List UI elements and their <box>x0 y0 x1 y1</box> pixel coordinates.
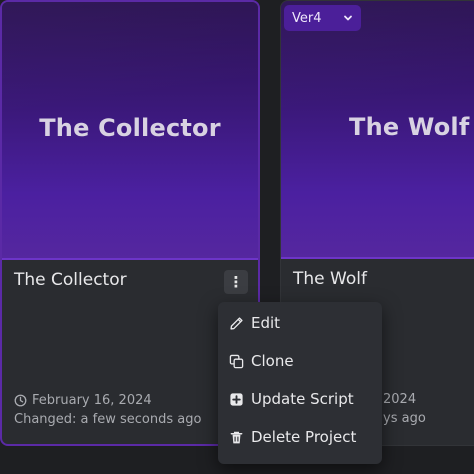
menu-item-delete-project[interactable]: Delete Project <box>218 418 382 456</box>
version-select-value: Ver4 <box>292 10 322 26</box>
menu-item-label: Update Script <box>251 390 354 408</box>
menu-item-label: Clone <box>251 352 294 370</box>
project-thumbnail[interactable]: The Collector <box>2 2 258 260</box>
more-options-button[interactable]: ⋮ <box>224 270 248 294</box>
chevron-down-icon <box>344 15 352 21</box>
project-grid: The Collector The Collector ⋮ February 1… <box>0 0 474 474</box>
thumbnail-title: The Wolf <box>349 113 470 141</box>
menu-item-label: Delete Project <box>251 428 357 446</box>
kebab-menu-icon: ⋮ <box>228 273 244 291</box>
menu-item-label: Edit <box>251 314 281 332</box>
project-name: The Wolf <box>293 269 367 289</box>
plus-square-icon <box>230 392 243 406</box>
trash-icon <box>230 431 243 443</box>
copy-icon <box>229 354 244 368</box>
changed-text: Changed: a few seconds ago <box>14 412 202 427</box>
created-date: February 16, 2024 <box>14 393 152 408</box>
menu-item-update-script[interactable]: Update Script <box>218 380 382 418</box>
thumbnail-title: The Collector <box>39 114 221 142</box>
project-context-menu: Edit Clone Update Script Delete Project <box>218 302 382 464</box>
menu-item-edit[interactable]: Edit <box>218 304 382 342</box>
project-thumbnail[interactable]: The Wolf <box>281 1 474 259</box>
changed-text: ys ago <box>383 411 426 426</box>
clock-icon <box>14 394 27 407</box>
created-date-text: February 16, 2024 <box>32 393 152 408</box>
pencil-icon <box>230 316 243 330</box>
created-date-text: 2024 <box>383 392 417 407</box>
version-select[interactable]: Ver4 <box>284 5 361 31</box>
project-name: The Collector <box>14 270 127 290</box>
menu-item-clone[interactable]: Clone <box>218 342 382 380</box>
